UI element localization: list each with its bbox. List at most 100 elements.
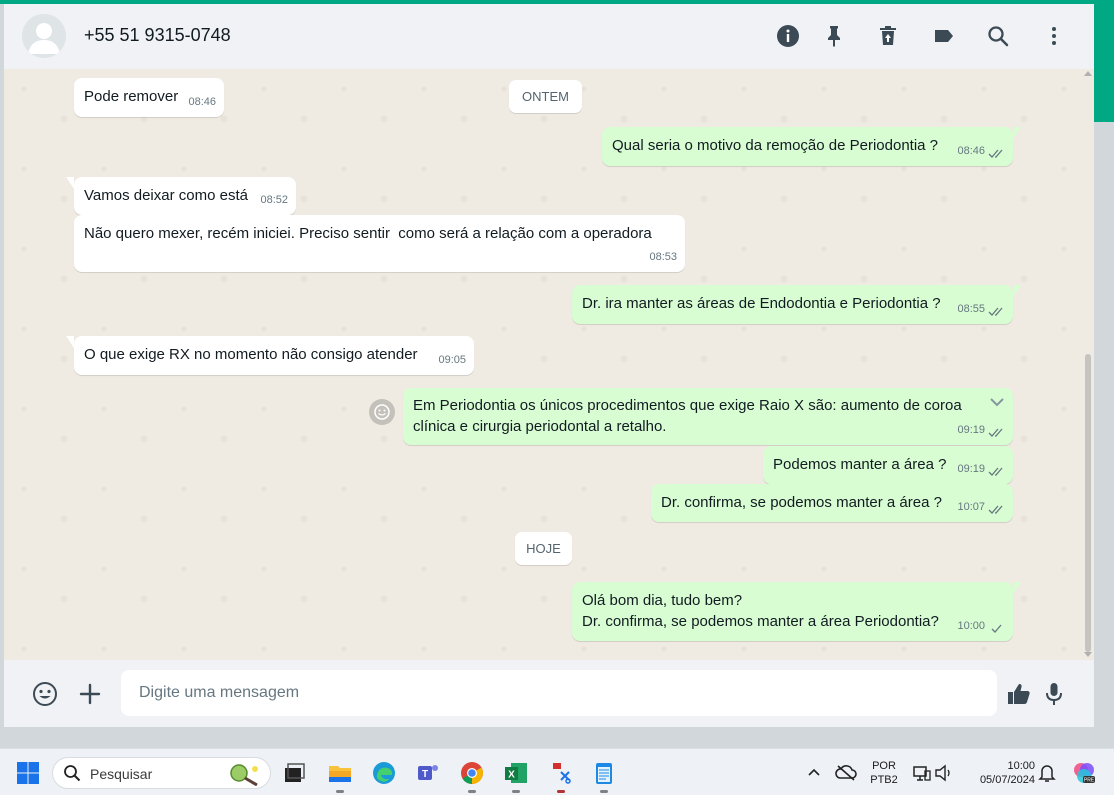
message-outgoing[interactable]: Olá bom dia, tudo bem? Dr. confirma, se … <box>572 582 1021 641</box>
message-outgoing[interactable]: Em Periodontia os únicos procedimentos q… <box>403 388 1013 445</box>
date-chip-yesterday: ONTEM <box>509 80 582 113</box>
search-icon <box>63 764 81 782</box>
running-indicator <box>557 790 565 793</box>
speaker-muted-icon[interactable] <box>928 757 960 789</box>
message-meta: 10:00 <box>957 616 1005 637</box>
running-indicator <box>336 790 344 793</box>
label-icon[interactable] <box>930 22 958 50</box>
message-time: 09:05 <box>438 354 466 366</box>
scroll-up-arrow-icon[interactable] <box>1084 71 1092 76</box>
message-text-line-1: Em Periodontia os únicos procedimentos q… <box>413 397 962 414</box>
input-language-indicator[interactable]: POR PTB2 <box>866 759 902 787</box>
notification-bell-icon[interactable] <box>1031 757 1063 789</box>
default-avatar-icon <box>22 14 66 58</box>
message-meta: 08:55 <box>957 299 1005 320</box>
thumbs-up-icon[interactable] <box>1005 680 1033 708</box>
message-time: 08:55 <box>957 303 985 315</box>
svg-text:T: T <box>422 769 428 780</box>
menu-icon[interactable] <box>1040 22 1068 50</box>
svg-text:X: X <box>508 770 515 781</box>
running-indicator <box>512 790 520 793</box>
compose-bar <box>4 660 1094 727</box>
chat-header: +55 51 9315-0748 <box>4 4 1094 69</box>
message-text: Qual seria o motivo da remoção de Period… <box>612 137 939 154</box>
message-meta: 09:19 <box>957 459 1005 480</box>
message-outgoing[interactable]: Podemos manter a área ? 09:19 <box>763 446 1013 484</box>
info-icon[interactable] <box>774 22 802 50</box>
message-text: Podemos manter a área ? <box>773 456 947 473</box>
svg-text:PRE: PRE <box>1084 778 1095 784</box>
message-outgoing[interactable]: Qual seria o motivo da remoção de Period… <box>602 127 1021 166</box>
message-list[interactable]: Pode remover 08:46 ONTEM Qual seria o mo… <box>4 69 1094 660</box>
whatsapp-window: +55 51 9315-0748 Pode remover 08:46 ONTE… <box>4 4 1094 727</box>
message-text: Dr. ira manter as áreas de Endodontia e … <box>582 295 941 312</box>
message-meta: 08:46 <box>957 141 1005 162</box>
reaction-emoji-icon[interactable] <box>369 399 395 425</box>
message-outgoing[interactable]: Dr. confirma, se podemos manter a área ?… <box>651 484 1013 522</box>
task-view-icon[interactable] <box>278 757 310 789</box>
contact-name[interactable]: +55 51 9315-0748 <box>84 25 231 46</box>
tray-chevron-up-icon[interactable] <box>798 757 830 789</box>
message-time: 09:19 <box>957 463 985 475</box>
keyboard-layout: PTB2 <box>870 774 898 786</box>
message-incoming[interactable]: Não quero mexer, recém iniciei. Preciso … <box>74 215 685 272</box>
language-code: POR <box>872 760 896 772</box>
message-text-line-2: Dr. confirma, se podemos manter a área P… <box>582 613 939 630</box>
edge-browser-icon[interactable] <box>368 757 400 789</box>
running-indicator <box>600 790 608 793</box>
message-time: 08:46 <box>188 96 216 108</box>
message-text-line-1: Olá bom dia, tudo bem? <box>582 592 743 609</box>
excel-icon[interactable]: X <box>500 757 532 793</box>
cloud-offline-icon[interactable] <box>830 757 862 789</box>
chevron-down-icon[interactable] <box>987 392 1007 412</box>
microphone-icon[interactable] <box>1040 680 1068 708</box>
copilot-icon[interactable]: PRE <box>1068 757 1100 789</box>
message-incoming[interactable]: Vamos deixar como está 08:52 <box>66 177 296 215</box>
taskbar-search-box[interactable]: Pesquisar <box>52 757 271 789</box>
emoji-icon[interactable] <box>31 680 59 708</box>
chat-scrollbar[interactable] <box>1084 69 1092 660</box>
file-explorer-icon[interactable] <box>324 757 356 793</box>
system-clock[interactable]: 10:00 05/07/2024 <box>965 759 1035 787</box>
message-text: Pode remover <box>84 88 179 105</box>
double-check-icon <box>988 304 1005 316</box>
message-incoming[interactable]: Pode remover 08:46 <box>74 78 224 117</box>
message-incoming[interactable]: O que exige RX no momento não consigo at… <box>66 336 474 375</box>
chrome-icon[interactable] <box>456 757 488 793</box>
message-outgoing[interactable]: Dr. ira manter as áreas de Endodontia e … <box>572 285 1021 324</box>
clock-time: 10:00 <box>1007 760 1035 772</box>
date-chip-today: HOJE <box>515 532 572 565</box>
message-time: 08:46 <box>957 145 985 157</box>
message-time: 08:53 <box>649 251 677 263</box>
message-time: 09:19 <box>957 424 985 436</box>
double-check-icon <box>988 464 1005 476</box>
message-text: Vamos deixar como está <box>84 187 248 204</box>
taskbar-search-label: Pesquisar <box>90 766 153 782</box>
message-time: 10:07 <box>957 501 985 513</box>
snipping-tool-icon[interactable] <box>545 757 577 793</box>
message-meta: 09:19 <box>957 420 1005 441</box>
windows-start-icon[interactable] <box>12 757 44 789</box>
message-meta: 10:07 <box>957 497 1005 518</box>
contact-avatar[interactable] <box>22 14 66 58</box>
scroll-thumb[interactable] <box>1085 354 1091 652</box>
tennis-racket-icon <box>227 762 263 787</box>
teams-icon[interactable]: T <box>412 757 444 789</box>
windows-taskbar: Pesquisar T X POR PTB2 10:00 05/07/2024 … <box>0 748 1114 795</box>
message-time: 08:52 <box>260 194 288 206</box>
attach-plus-icon[interactable] <box>76 680 104 708</box>
running-indicator <box>468 790 476 793</box>
message-text: O que exige RX no momento não consigo at… <box>84 346 418 363</box>
double-check-icon <box>988 425 1005 437</box>
double-check-icon <box>988 146 1005 158</box>
delete-icon[interactable] <box>874 22 902 50</box>
message-input[interactable] <box>121 670 997 716</box>
notepad-icon[interactable] <box>588 757 620 793</box>
scroll-down-arrow-icon[interactable] <box>1084 652 1092 657</box>
single-check-icon <box>988 621 1005 633</box>
message-text: Dr. confirma, se podemos manter a área ? <box>661 494 942 511</box>
window-right-accent <box>1094 4 1114 122</box>
clock-date: 05/07/2024 <box>979 774 1035 786</box>
search-icon[interactable] <box>984 22 1012 50</box>
pin-icon[interactable] <box>820 22 848 50</box>
